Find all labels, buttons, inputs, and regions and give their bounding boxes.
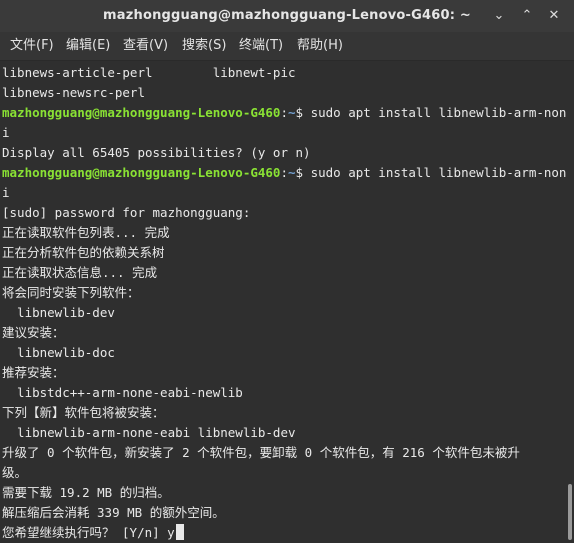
- command-text: sudo apt install libnewlib-arm-none-eab: [310, 105, 566, 120]
- menu-edit[interactable]: 编辑(E): [64, 32, 112, 60]
- terminal-output[interactable]: libnews-article-perl libnewt-pic libnews…: [0, 61, 566, 543]
- terminal-line: 正在读取软件包列表... 完成: [2, 225, 170, 240]
- prompt-line: mazhongguang@mazhongguang-Lenovo-G460:~$…: [2, 163, 566, 183]
- prompt-dollar: $: [295, 105, 304, 120]
- prompt-path: ~: [287, 105, 296, 120]
- terminal-line: 解压缩后会消耗 339 MB 的额外空间。: [2, 505, 225, 520]
- terminal-line: Display all 65405 possibilities? (y or n…: [2, 145, 311, 160]
- terminal-line: 正在读取状态信息... 完成: [2, 265, 158, 280]
- menu-view[interactable]: 查看(V): [121, 32, 170, 60]
- terminal-line: i: [2, 125, 10, 140]
- menu-search[interactable]: 搜索(S): [180, 32, 228, 60]
- menu-file[interactable]: 文件(F): [8, 32, 56, 60]
- confirm-prompt: 您希望继续执行吗？ [Y/n] y: [2, 525, 175, 540]
- terminal-line: libnewlib-doc: [2, 345, 115, 360]
- terminal-line: 正在分析软件包的依赖关系树: [2, 245, 165, 260]
- terminal-line: 级。: [2, 465, 28, 480]
- menu-bar: 文件(F) 编辑(E) 查看(V) 搜索(S) 终端(T) 帮助(H): [0, 32, 574, 61]
- terminal-line: 建议安装：: [2, 325, 65, 340]
- terminal-line: i: [2, 185, 10, 200]
- terminal-window: mazhongguang@mazhongguang-Lenovo-G460: ~…: [0, 0, 574, 543]
- close-icon[interactable]: ✕: [545, 7, 563, 25]
- prompt-user: mazhongguang@mazhongguang-Lenovo-G460: [2, 105, 281, 120]
- terminal-line: [sudo] password for mazhongguang:: [2, 205, 251, 220]
- minimize-icon[interactable]: ⌄: [490, 7, 508, 25]
- scrollbar-thumb[interactable]: [568, 484, 572, 540]
- terminal-line: libnewlib-arm-none-eabi libnewlib-dev: [2, 425, 296, 440]
- maximize-icon[interactable]: ⌃: [518, 7, 536, 25]
- terminal-line: libnewlib-dev: [2, 305, 115, 320]
- title-bar[interactable]: mazhongguang@mazhongguang-Lenovo-G460: ~…: [0, 0, 574, 32]
- terminal-line: 升级了 0 个软件包，新安装了 2 个软件包，要卸载 0 个软件包，有 216 …: [2, 445, 520, 460]
- terminal-line: 下列【新】软件包将被安装：: [2, 405, 165, 420]
- scrollbar[interactable]: [566, 61, 574, 543]
- prompt-colon: :: [280, 165, 288, 180]
- text-cursor: [175, 524, 184, 540]
- window-title: mazhongguang@mazhongguang-Lenovo-G460: ~: [103, 8, 471, 23]
- terminal-line: libstdc++-arm-none-eabi-newlib: [2, 385, 243, 400]
- prompt-user: mazhongguang@mazhongguang-Lenovo-G460: [2, 165, 281, 180]
- terminal-line: libnews-article-perl libnewt-pic: [2, 65, 296, 80]
- menu-terminal[interactable]: 终端(T): [237, 32, 285, 60]
- menu-help[interactable]: 帮助(H): [295, 32, 345, 60]
- prompt-colon: :: [280, 105, 288, 120]
- prompt-line: mazhongguang@mazhongguang-Lenovo-G460:~$…: [2, 103, 566, 123]
- terminal-line: libnews-newsrc-perl: [2, 85, 145, 100]
- command-text: sudo apt install libnewlib-arm-none-eab: [310, 165, 566, 180]
- input-line[interactable]: 您希望继续执行吗？ [Y/n] y: [2, 523, 184, 543]
- prompt-path: ~: [287, 165, 296, 180]
- terminal-line: 推荐安装：: [2, 365, 65, 380]
- terminal-line: 需要下载 19.2 MB 的归档。: [2, 485, 170, 500]
- prompt-dollar: $: [295, 165, 304, 180]
- terminal-line: 将会同时安装下列软件：: [2, 285, 140, 300]
